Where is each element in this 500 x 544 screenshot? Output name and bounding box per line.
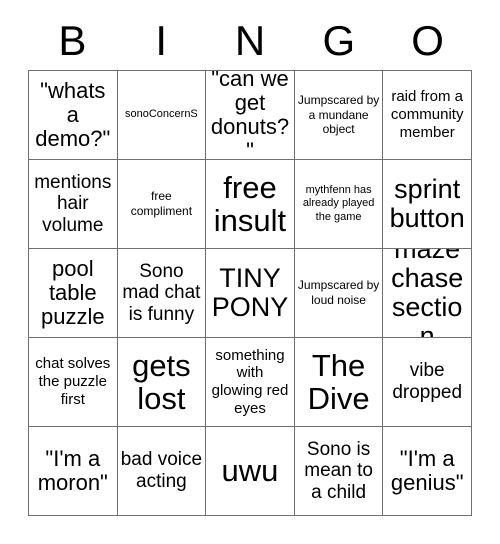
bingo-cell-n4[interactable]: something with glowing red eyes (206, 338, 295, 427)
bingo-cell-n3[interactable]: TINY PONY (206, 249, 295, 338)
bingo-cell-label: "I'm a genius" (390, 445, 464, 495)
bingo-cell-label: Sono mad chat is funny (122, 260, 201, 325)
bingo-cell-label: Sono is mean to a child (304, 438, 373, 503)
bingo-cell-label: Jumpscared by loud noise (297, 278, 380, 307)
bingo-cell-label: sonoConcernS (125, 108, 198, 121)
bingo-cell-label: pool table puzzle (41, 255, 105, 330)
bingo-cell-label: "can we get donuts?" (210, 71, 290, 160)
bingo-cell-n1[interactable]: "can we get donuts?" (206, 71, 295, 160)
bingo-cell-label: TINY PONY (211, 262, 289, 322)
bingo-cell-b2[interactable]: mentions hair volume (29, 160, 118, 249)
bingo-cell-label: Jumpscared by a mundane object (297, 93, 380, 137)
bingo-cell-i5[interactable]: bad voice acting (117, 427, 207, 516)
bingo-cell-b4[interactable]: chat solves the puzzle first (29, 338, 118, 427)
bingo-grid: "whats a demo?" sonoConcernS "can we get… (28, 70, 472, 516)
bingo-header-letter-n: N (234, 17, 266, 64)
bingo-cell-b5[interactable]: "I'm a moron" (29, 427, 118, 516)
bingo-cell-g5[interactable]: Sono is mean to a child (294, 427, 384, 516)
bingo-cell-o1[interactable]: raid from a community member (383, 71, 472, 160)
bingo-cell-label: mentions hair volume (34, 171, 112, 236)
bingo-header-letter-b: B (58, 17, 87, 64)
bingo-cell-label: sprint button (389, 173, 465, 233)
bingo-cell-i3[interactable]: Sono mad chat is funny (117, 249, 207, 338)
bingo-cell-label: maze chase section (391, 249, 464, 338)
bingo-cell-o3[interactable]: maze chase section (383, 249, 472, 338)
bingo-cell-o2[interactable]: sprint button (383, 160, 472, 249)
bingo-cell-label: The Dive (307, 347, 370, 416)
bingo-cell-i4[interactable]: gets lost (117, 338, 207, 427)
bingo-cell-o4[interactable]: vibe dropped (383, 338, 472, 427)
bingo-cell-label: free insult (213, 169, 287, 238)
bingo-cell-label: mythfenn has already played the game (302, 183, 375, 223)
bingo-cell-label: uwu (221, 453, 279, 489)
bingo-cell-g1[interactable]: Jumpscared by a mundane object (294, 71, 384, 160)
bingo-cell-b1[interactable]: "whats a demo?" (29, 71, 118, 160)
bingo-cell-o5[interactable]: "I'm a genius" (383, 427, 472, 516)
bingo-header-letter-o: O (411, 17, 444, 64)
bingo-cell-i2[interactable]: free compliment (117, 160, 207, 249)
bingo-card: B I N G O "whats a demo?" sonoConcernS "… (0, 0, 500, 544)
bingo-cell-g2[interactable]: mythfenn has already played the game (294, 160, 384, 249)
bingo-cell-label: bad voice acting (120, 449, 203, 492)
bingo-cell-label: free compliment (130, 189, 193, 218)
bingo-cell-label: chat solves the puzzle first (35, 355, 111, 408)
bingo-cell-label: vibe dropped (392, 360, 463, 403)
bingo-cell-label: something with glowing red eyes (211, 346, 289, 417)
bingo-cell-i1[interactable]: sonoConcernS (117, 71, 207, 160)
bingo-cell-label: gets lost (132, 347, 191, 416)
bingo-cell-label: raid from a community member (390, 88, 464, 141)
bingo-cell-b3[interactable]: pool table puzzle (29, 249, 118, 338)
bingo-cell-n5[interactable]: uwu (206, 427, 295, 516)
bingo-header-letter-g: G (322, 17, 356, 64)
bingo-cell-n2[interactable]: free insult (206, 160, 295, 249)
bingo-header-letter-i: I (155, 17, 168, 64)
bingo-cell-g4[interactable]: The Dive (294, 338, 384, 427)
bingo-cell-label: "whats a demo?" (35, 77, 111, 152)
bingo-header: B I N G O (28, 12, 472, 70)
bingo-cell-g3[interactable]: Jumpscared by loud noise (294, 249, 384, 338)
bingo-cell-label: "I'm a moron" (37, 445, 108, 495)
